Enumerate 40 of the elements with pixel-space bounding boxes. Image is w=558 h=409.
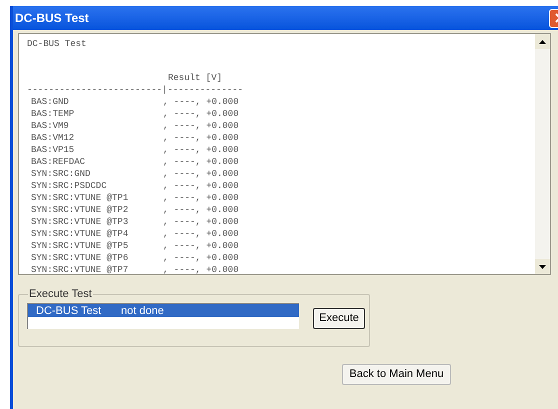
row-value: , ----, +0.000 [163,156,239,168]
row-value: , ----, +0.000 [163,216,239,228]
row-value: , ----, +0.000 [163,108,239,120]
column-heading: Result [V] [168,72,222,84]
row-label: BAS:REFDAC [30,156,86,168]
test-list-item[interactable]: DC-BUS Test not done [28,304,299,317]
separator-line: -------------------------| [27,84,168,96]
row-label: SYN:SRC:VTUNE @TP3 [30,216,130,228]
row-label: BAS:VP15 [30,144,76,156]
row-value: , ----, +0.000 [163,192,239,204]
row-label: SYN:SRC:VTUNE @TP6 [30,252,130,264]
row-label: BAS:VM12 [30,132,76,144]
row-label: SYN:SRC:VTUNE @TP1 [30,192,130,204]
row-label: SYN:SRC:VTUNE @TP4 [30,228,130,240]
row-value: , ----, +0.000 [163,252,239,264]
row-value: , ----, +0.000 [163,240,239,252]
row-value: , ----, +0.000 [163,204,239,216]
row-label: SYN:SRC:VTUNE @TP2 [30,204,130,216]
down-arrow-icon[interactable] [539,264,546,268]
up-arrow-icon[interactable] [539,40,546,44]
row-value: , ----, +0.000 [163,264,239,274]
row-value: , ----, +0.000 [163,180,239,192]
execute-button[interactable]: Execute [313,308,365,329]
row-value: , ----, +0.000 [163,168,239,180]
row-label: BAS:VM9 [30,120,70,132]
row-label: SYN:SRC:VTUNE @TP5 [30,240,130,252]
row-label: SYN:SRC:GND [30,168,92,180]
row-value: , ----, +0.000 [163,144,239,156]
window-title: DC-BUS Test [14,10,89,27]
back-to-main-menu-button[interactable]: Back to Main Menu [342,364,451,385]
row-label: SYN:SRC:VTUNE @TP7 [30,264,130,274]
separator-line: -------------- [167,84,244,96]
row-value: , ----, +0.000 [163,132,239,144]
row-label: BAS:GND [30,96,70,108]
row-value: , ----, +0.000 [163,96,239,108]
row-label: BAS:TEMP [30,108,76,120]
report-title: DC-BUS Test [27,38,86,50]
row-value: , ----, +0.000 [163,120,239,132]
row-value: , ----, +0.000 [163,228,239,240]
row-label: SYN:SRC:PSDCDC [30,180,108,192]
